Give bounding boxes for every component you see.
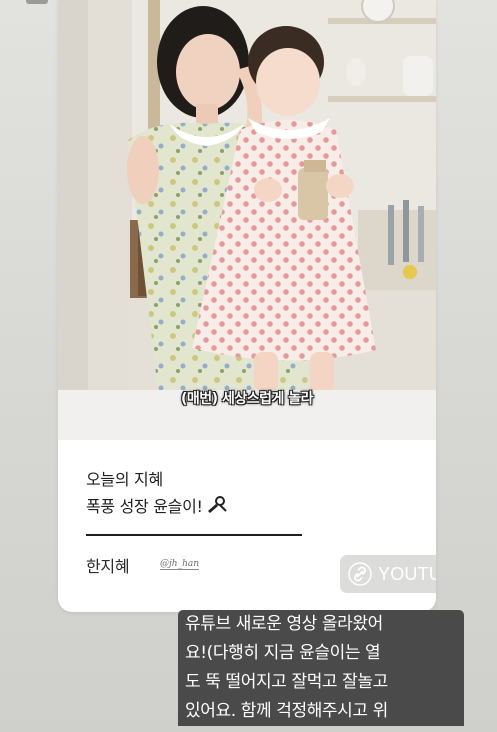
top-indicator (26, 0, 48, 4)
overlay-line-2: 요!(다행히 지금 윤슬이는 열 (178, 639, 464, 668)
overlay-line-4: 있어요. 함께 걱정해주시고 위 (178, 697, 464, 726)
link-sticker[interactable]: YOUTU.BE (340, 555, 436, 593)
author-handle[interactable]: @jh_han (160, 559, 200, 570)
link-icon (348, 562, 372, 586)
video-subtitle: (매번) 세상스럽게 놀라 (181, 391, 313, 407)
story-viewer: (매번) 세상스럽게 놀라 오늘의 지혜 폭풍 성장 윤슬이! 한지혜 @jh_… (0, 0, 497, 732)
overlay-line-1: 유튜브 새로운 영상 올라왔어 (178, 610, 464, 639)
post-caption: 오늘의 지혜 폭풍 성장 윤슬이! (86, 466, 228, 520)
story-text-overlay: 유튜브 새로운 영상 올라왔어 요!(다행히 지금 윤슬이는 열 도 뚝 떨어지… (178, 610, 464, 732)
video-thumbnail[interactable]: (매번) 세상스럽게 놀라 (58, 0, 436, 440)
caption-line-1: 오늘의 지혜 (86, 470, 163, 489)
caption-line-2: 폭풍 성장 윤슬이! (86, 493, 228, 520)
link-sticker-label: YOUTU.BE (378, 563, 436, 584)
caption-line-2-text: 폭풍 성장 윤슬이! (86, 497, 203, 516)
video-scene-image (58, 0, 436, 440)
overlay-line-3: 도 뚝 떨어지고 잘먹고 잘놀고 (178, 668, 464, 697)
caption-divider (86, 534, 302, 536)
wrench-baby-emoji-icon (207, 496, 227, 513)
shared-post-card[interactable]: (매번) 세상스럽게 놀라 오늘의 지혜 폭풍 성장 윤슬이! 한지혜 @jh_… (58, 0, 436, 612)
author-name: 한지혜 (86, 557, 130, 576)
